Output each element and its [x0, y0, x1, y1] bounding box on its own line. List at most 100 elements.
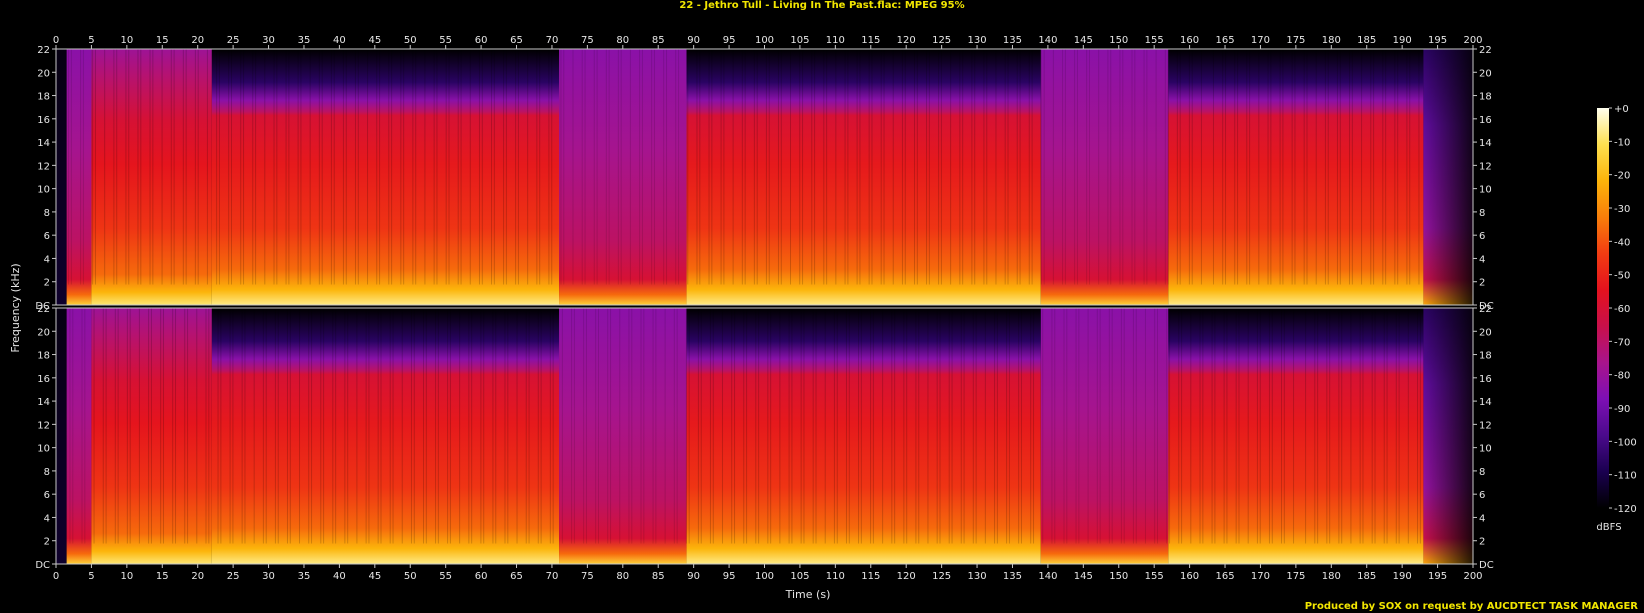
spectrogram-texture — [1007, 49, 1009, 285]
spectrogram-texture — [1155, 49, 1157, 285]
spectrogram-texture — [413, 308, 415, 544]
colorbar-tick-label: -80 — [1614, 371, 1630, 382]
y-tick-label: 4 — [1479, 254, 1485, 265]
spectrogram-texture — [1225, 49, 1227, 285]
spectrogram-texture — [1246, 49, 1248, 285]
spectrogram-chart: DC DC2 24 46 68 810 1012 1214 1416 1618 1820 2022 22… — [9, 35, 1637, 601]
spectrogram-texture — [1418, 49, 1420, 285]
spectrogram-texture — [299, 308, 301, 544]
spectrogram-texture — [939, 308, 941, 544]
spectrogram-texture — [963, 308, 965, 544]
spectrogram-texture — [445, 49, 447, 285]
spectrogram-texture — [583, 308, 585, 544]
spectrogram-texture — [1211, 308, 1213, 544]
x-tick-label: 20 — [191, 571, 204, 582]
spectrogram-texture — [870, 308, 872, 544]
spectrogram-texture — [720, 49, 722, 285]
fade-overlay — [1423, 49, 1473, 305]
spectrogram-texture — [595, 308, 597, 544]
spectrogram-texture — [342, 49, 344, 285]
spectrogram-texture — [1214, 308, 1216, 544]
spectrogram-texture — [596, 49, 598, 285]
spectrogram-texture — [1134, 49, 1136, 285]
spectrogram-texture — [1169, 308, 1171, 544]
spectrogram-texture — [457, 49, 459, 285]
spectrogram-texture — [104, 49, 106, 285]
spectrogram-texture — [1132, 308, 1134, 544]
spectrogram-texture — [311, 308, 313, 544]
x-tick-label: 170 — [1251, 571, 1270, 582]
spectrogram-texture — [959, 49, 961, 285]
spectrogram-texture — [244, 308, 246, 544]
spectrogram-texture — [388, 49, 390, 285]
spectrogram-texture — [560, 49, 562, 285]
spectrogram-texture — [333, 49, 335, 285]
spectrogram-segment — [686, 308, 1041, 564]
spectrogram-texture — [468, 308, 470, 544]
spectrogram-texture — [1237, 49, 1239, 285]
x-tick-label: 100 — [755, 571, 774, 582]
spectrogram-texture — [138, 308, 140, 544]
x-tick-label: 55 — [439, 35, 452, 46]
spectrogram-texture — [777, 49, 779, 285]
spectrogram-texture — [675, 49, 677, 285]
spectrogram-texture — [916, 49, 918, 285]
x-tick-label: 35 — [298, 35, 311, 46]
spectrogram-texture — [216, 49, 218, 285]
spectrogram-texture — [1397, 49, 1399, 285]
spectrogram-texture — [1052, 49, 1054, 285]
spectrogram-texture — [527, 49, 529, 285]
spectrogram-texture — [1259, 308, 1261, 544]
x-tick-label: 45 — [368, 35, 381, 46]
y-tick-label: 12 — [1479, 420, 1492, 431]
spectrogram-texture — [297, 49, 299, 285]
spectrogram-texture — [377, 308, 379, 544]
spectrogram-texture — [184, 308, 186, 544]
spectrogram-texture — [102, 308, 104, 544]
x-tick-label: 185 — [1357, 35, 1376, 46]
credit-text: Produced by SOX on request by AUCDTECT T… — [1304, 601, 1638, 612]
spectrogram-texture — [572, 49, 574, 285]
spectrogram-texture — [872, 308, 874, 544]
colorbar-tick-label: -70 — [1614, 337, 1630, 348]
x-tick-label: 190 — [1393, 35, 1412, 46]
spectrogram-texture — [903, 308, 905, 544]
y-tick-label: 14 — [1479, 397, 1492, 408]
spectrogram-texture — [1144, 308, 1146, 544]
spectrogram-texture — [81, 308, 83, 544]
spectrogram-texture — [802, 49, 804, 285]
spectrogram-texture — [948, 308, 950, 544]
spectrogram-texture — [1166, 308, 1168, 544]
spectrogram-texture — [82, 49, 84, 285]
spectrogram-texture — [401, 308, 403, 544]
spectrogram-texture — [1349, 49, 1351, 285]
spectrogram-texture — [1143, 49, 1145, 285]
spectrogram-texture — [1371, 308, 1373, 544]
spectrogram-texture — [824, 308, 826, 544]
spectrogram-texture — [308, 308, 310, 544]
spectrogram-texture — [995, 49, 997, 285]
x-tick-label: 20 — [191, 35, 204, 46]
x-tick-label: 200 — [1463, 35, 1482, 46]
spectrogram-segment — [56, 49, 67, 305]
spectrogram-texture — [712, 308, 714, 544]
spectrogram-texture — [1051, 308, 1053, 544]
spectrogram-texture — [1338, 308, 1340, 544]
spectrogram-texture — [335, 308, 337, 544]
spectrogram-texture — [836, 308, 838, 544]
spectrogram-texture — [1008, 308, 1010, 544]
spectrogram-texture — [732, 49, 734, 285]
spectrogram-texture — [264, 49, 266, 285]
spectrogram-texture — [1078, 308, 1080, 544]
y-tick-label: 20 — [1479, 327, 1492, 338]
spectrogram-texture — [984, 308, 986, 544]
spectrogram-texture — [894, 308, 896, 544]
spectrogram-texture — [1305, 308, 1307, 544]
y-tick-label: 6 — [44, 490, 50, 501]
spectrogram-texture — [1329, 308, 1331, 544]
spectrogram-texture — [581, 49, 583, 285]
spectrogram-texture — [70, 49, 72, 285]
plot-area — [56, 49, 1473, 564]
spectrogram-texture — [1107, 49, 1109, 285]
spectrogram-texture — [437, 308, 439, 544]
